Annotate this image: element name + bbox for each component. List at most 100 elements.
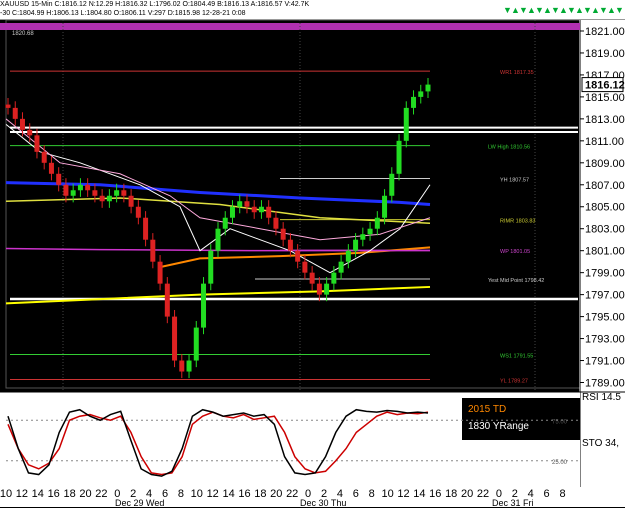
candle-body (309, 272, 315, 284)
green-arrow-icon[interactable]: ▲ (559, 3, 568, 17)
price-tick-label: 1807.00 (585, 180, 625, 192)
level-label: WR1 1817.35 (500, 70, 534, 76)
candle-body (179, 360, 185, 372)
candle-body (193, 327, 199, 361)
chart-canvas[interactable]: 1820.68 1821.001819.001817.001815.001813.… (0, 20, 625, 487)
candle-body (237, 201, 243, 207)
candle-body (418, 91, 424, 97)
green-arrow-icon[interactable]: ▲ (527, 3, 536, 17)
price-tick-label: 1801.00 (585, 246, 625, 258)
time-tick-label: 20 (79, 488, 92, 500)
candle-body (258, 206, 264, 213)
price-tick-label: 1803.00 (585, 224, 625, 236)
price-tick-label: 1819.00 (585, 48, 625, 60)
time-tick-label: 14 (222, 488, 235, 500)
time-tick-label: 8 (177, 488, 184, 500)
level-label: Yest Mid Point 1798.42 (488, 278, 544, 284)
candle-body (222, 217, 228, 229)
candle-body (128, 195, 134, 207)
green-arrow-icon[interactable]: ▼ (599, 3, 608, 17)
green-arrow-icon[interactable]: ▲ (543, 3, 552, 17)
green-arrow-icon[interactable]: ▼ (567, 3, 576, 17)
time-tick-label: 14 (31, 488, 44, 500)
crosshair-info-line: -30 C:1804.99 H:1806.13 L:1804.80 O:1806… (0, 10, 246, 17)
price-tick-label: 1821.00 (585, 26, 625, 38)
candle-body (273, 217, 279, 229)
time-tick-label: 6 (543, 488, 550, 500)
candle-body (172, 316, 178, 361)
price-tick-label: 1791.00 (585, 356, 625, 368)
time-tick-label: 12 (397, 488, 410, 500)
candle-body (403, 107, 409, 141)
time-tick-label: 16 (238, 488, 251, 500)
time-tick-label: 22 (476, 488, 490, 500)
time-tick-label: 12 (206, 488, 219, 500)
candle-body (331, 272, 337, 284)
current-price-label: 1816.12 (585, 80, 625, 92)
candle-body (302, 261, 308, 273)
green-arrow-icon[interactable]: ▼ (519, 3, 528, 17)
candle-body (5, 104, 11, 108)
candle-body (208, 250, 214, 284)
candle-body (135, 206, 141, 218)
green-arrow-icon[interactable]: ▼ (503, 3, 512, 17)
green-arrow-icon[interactable]: ▲ (607, 3, 616, 17)
candle-body (99, 195, 105, 202)
time-tick-label: 16 (47, 488, 60, 500)
time-tick-label: 10 (381, 488, 394, 500)
price-tick-label: 1813.00 (585, 114, 625, 126)
green-arrow-icon[interactable]: ▼ (615, 3, 624, 17)
time-tick-label: 18 (63, 488, 76, 500)
price-tick-label: 1795.00 (585, 312, 625, 324)
price-panel (5, 20, 581, 389)
level-label: YL 1789.27 (500, 379, 528, 385)
candle-body (244, 201, 250, 207)
candle-body (77, 184, 83, 191)
symbol-info-line: XAUUSD 15-Min C:1816.12 N:12.29 H:1816.3… (0, 1, 310, 8)
candle-body (324, 283, 330, 295)
time-tick-label: 18 (254, 488, 267, 500)
candle-body (425, 84, 431, 92)
candle-body (396, 140, 402, 174)
price-tick-label: 1793.00 (585, 334, 625, 346)
candle-body (157, 261, 163, 284)
candle-body (143, 217, 149, 240)
candle-body (287, 239, 293, 251)
candle-body (114, 190, 120, 196)
level-label: WS1 1791.55 (500, 353, 533, 359)
candle-body (360, 234, 366, 240)
green-arrow-icon[interactable]: ▼ (535, 3, 544, 17)
sto-tick-label: 25.00 (552, 460, 568, 466)
time-tick-label: 8 (559, 488, 566, 500)
candle-body (338, 261, 344, 273)
time-tick-label: 10 (190, 488, 203, 500)
time-tick-label: 22 (286, 488, 299, 500)
green-arrow-icon[interactable]: ▼ (583, 3, 592, 17)
time-tick-label: 6 (352, 488, 359, 500)
green-arrow-icon[interactable]: ▲ (575, 3, 584, 17)
green-arrow-icon[interactable]: ▲ (591, 3, 600, 17)
level-label: WP 1801.05 (500, 249, 530, 255)
candle-body (295, 250, 301, 262)
price-tick-label: 1797.00 (585, 290, 625, 302)
time-tick-label: 20 (460, 488, 474, 500)
green-arrow-icon[interactable]: ▼ (551, 3, 560, 17)
time-tick-label: 10 (0, 488, 13, 500)
candle-body (48, 162, 54, 174)
candle-body (229, 206, 235, 218)
price-tick-label: 1799.00 (585, 268, 625, 280)
candle-body (389, 173, 395, 196)
candle-body (164, 283, 170, 317)
price-tick-label: 1811.00 (585, 136, 624, 148)
candle-body (41, 151, 47, 163)
green-arrow-icon[interactable]: ▲ (511, 3, 520, 17)
yrange-text: 1830 YRange (468, 421, 529, 432)
sto-label: STO 34, (582, 438, 619, 449)
toolbar: ▼ ▲ ▼ ▲ ▼ ▲ ▼ ▲ ▼ ▲ ▼ ▲ ▼ ▲ ▼ (503, 1, 624, 19)
top-band (0, 23, 580, 30)
top-left-price-label: 1820.68 (12, 31, 34, 37)
td-text: 2015 TD (468, 404, 506, 415)
level-label: LW High 1810.56 (488, 145, 530, 151)
time-tick-label: 18 (445, 488, 458, 500)
price-tick-label: 1789.00 (585, 378, 625, 390)
